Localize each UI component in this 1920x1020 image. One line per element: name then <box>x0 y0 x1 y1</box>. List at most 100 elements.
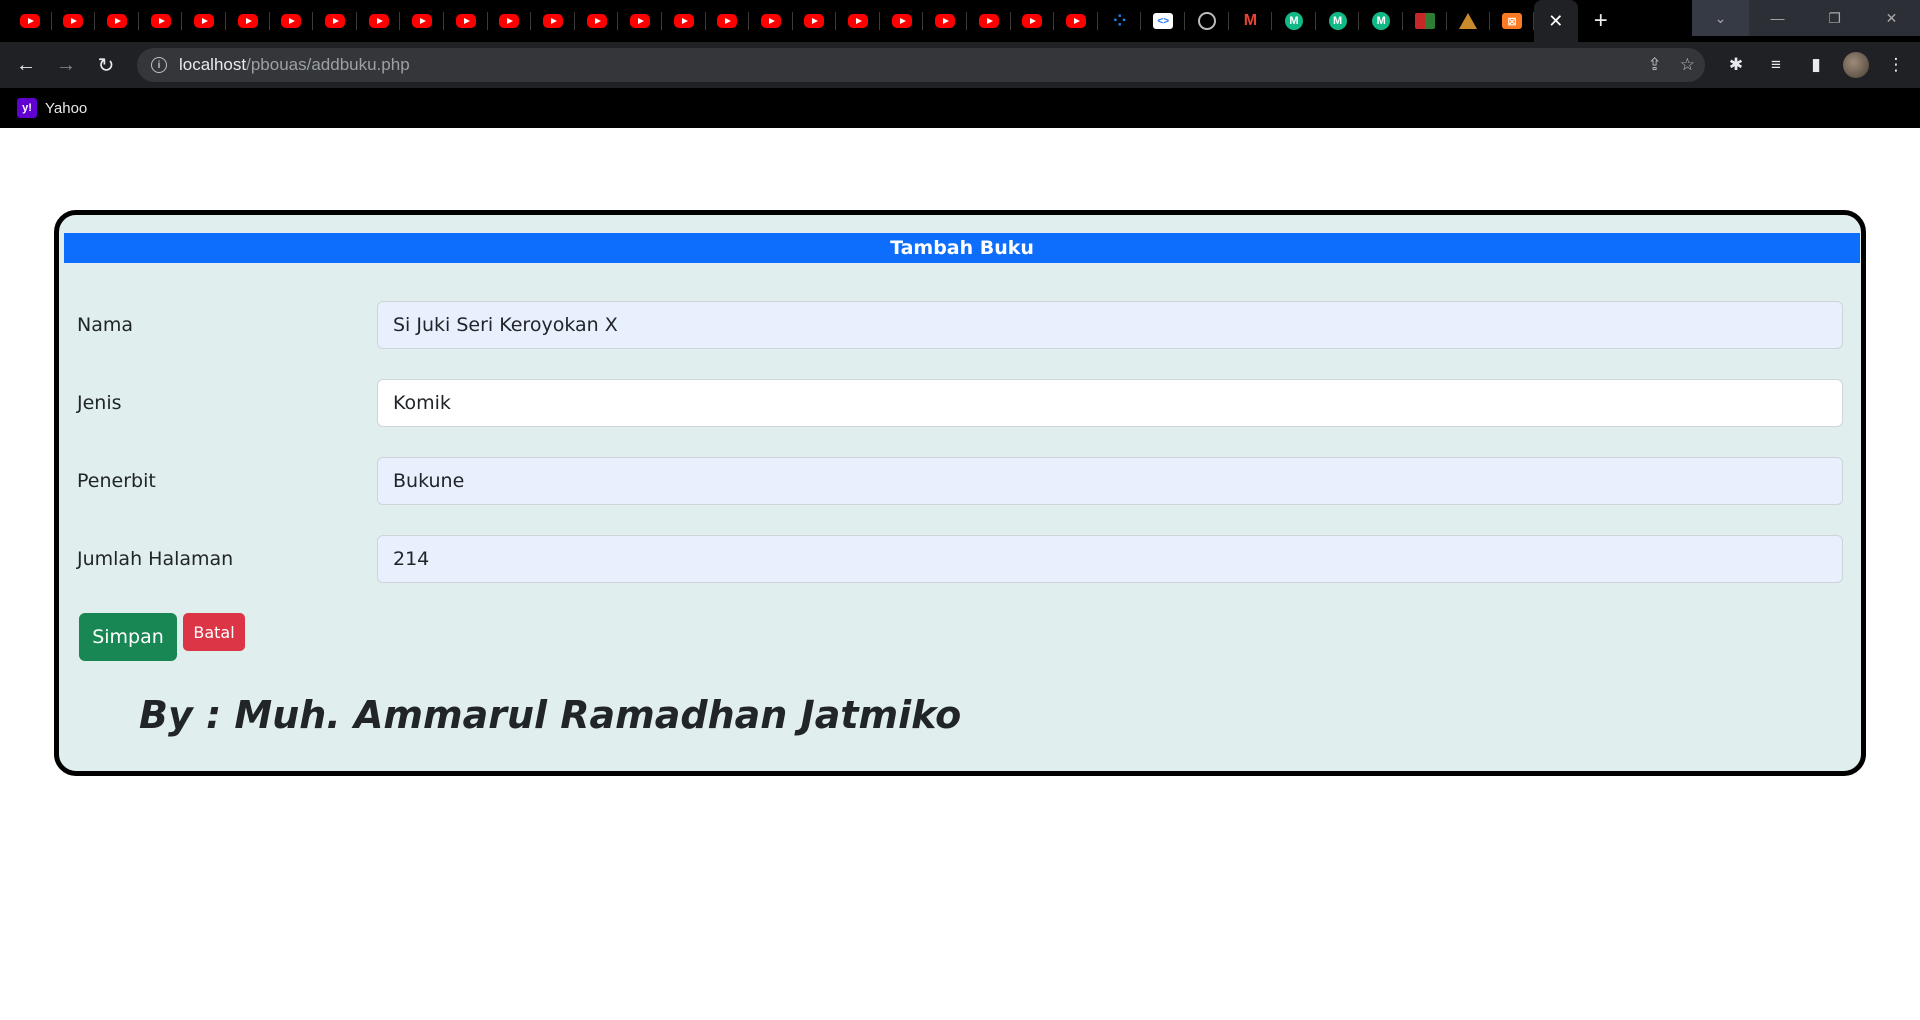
browser-tab[interactable] <box>1185 0 1229 42</box>
form-row-penerbit: Penerbit <box>59 457 1861 505</box>
back-button[interactable]: ← <box>6 45 46 85</box>
bookmark-label: Yahoo <box>45 99 88 117</box>
share-icon[interactable]: ⇪ <box>1648 55 1662 75</box>
browser-tab[interactable] <box>880 0 924 42</box>
nama-input[interactable] <box>377 301 1843 349</box>
browser-tab[interactable] <box>836 0 880 42</box>
xampp-icon: ⊠ <box>1501 13 1522 29</box>
card-title: Tambah Buku <box>64 233 1860 263</box>
youtube-icon <box>194 14 215 28</box>
save-button[interactable]: Simpan <box>79 613 177 661</box>
jumlah-halaman-label: Jumlah Halaman <box>77 548 234 570</box>
browser-tab[interactable] <box>226 0 270 42</box>
tab-strip: ⁘ <> M M M M ⊠ ✕ + ⌄ — ❐ ✕ <box>0 0 1920 42</box>
close-window-button[interactable]: ✕ <box>1863 0 1920 36</box>
youtube-icon <box>848 14 869 28</box>
browser-tab[interactable] <box>357 0 401 42</box>
browser-tab[interactable] <box>182 0 226 42</box>
browser-tab[interactable]: <> <box>1141 0 1185 42</box>
active-tab-close-button[interactable]: ✕ <box>1533 0 1578 42</box>
browser-tab[interactable] <box>444 0 488 42</box>
media-control-icon[interactable]: ≡ <box>1756 45 1796 85</box>
bookmark-star-icon[interactable]: ☆ <box>1680 55 1695 75</box>
youtube-icon <box>804 14 825 28</box>
browser-tab[interactable] <box>967 0 1011 42</box>
browser-tab[interactable]: M <box>1316 0 1360 42</box>
youtube-icon <box>499 14 520 28</box>
tab-search-button[interactable]: ⌄ <box>1692 0 1749 36</box>
youtube-icon <box>281 14 302 28</box>
youtube-icon <box>717 14 738 28</box>
browser-tab[interactable] <box>575 0 619 42</box>
browser-tab[interactable] <box>400 0 444 42</box>
penerbit-label: Penerbit <box>77 470 156 492</box>
youtube-icon <box>106 14 127 28</box>
app-icon: ⁘ <box>1112 13 1127 30</box>
browser-tab[interactable] <box>923 0 967 42</box>
browser-tab[interactable] <box>139 0 183 42</box>
browser-tab[interactable]: ⁘ <box>1098 0 1142 42</box>
youtube-icon <box>630 14 651 28</box>
browser-tab[interactable] <box>52 0 96 42</box>
site-info-icon[interactable]: i <box>151 57 167 73</box>
youtube-icon <box>455 14 476 28</box>
penerbit-input[interactable] <box>377 457 1843 505</box>
reload-button[interactable]: ↻ <box>86 45 126 85</box>
bookmarks-bar: y! Yahoo <box>0 88 1920 128</box>
side-panel-icon[interactable]: ▮ <box>1796 45 1836 85</box>
youtube-icon <box>19 14 40 28</box>
url-text[interactable]: localhost/pbouas/addbuku.php <box>179 55 410 75</box>
browser-tab[interactable]: M <box>1229 0 1273 42</box>
browser-tab[interactable]: M <box>1272 0 1316 42</box>
yahoo-icon: y! <box>17 98 37 118</box>
restore-button[interactable]: ❐ <box>1806 0 1863 36</box>
browser-tab[interactable] <box>618 0 662 42</box>
globe-icon <box>1197 12 1216 30</box>
browser-tab[interactable] <box>95 0 139 42</box>
menu-kebab-icon[interactable]: ⋮ <box>1876 45 1916 85</box>
browser-tab[interactable] <box>270 0 314 42</box>
browser-tab[interactable] <box>1054 0 1098 42</box>
window-controls: ⌄ — ❐ ✕ <box>1692 0 1920 36</box>
browser-tab[interactable] <box>749 0 793 42</box>
browser-tab[interactable] <box>488 0 532 42</box>
jenis-label: Jenis <box>77 392 122 414</box>
browser-tab[interactable] <box>662 0 706 42</box>
browser-tab[interactable] <box>1011 0 1055 42</box>
youtube-icon <box>891 14 912 28</box>
nama-label: Nama <box>77 314 134 336</box>
forward-button[interactable]: → <box>46 45 86 85</box>
youtube-icon <box>935 14 956 28</box>
youtube-icon <box>412 14 433 28</box>
youtube-icon <box>150 14 171 28</box>
browser-tab[interactable] <box>313 0 357 42</box>
youtube-icon <box>586 14 607 28</box>
form-row-jenis: Jenis <box>59 379 1861 427</box>
youtube-icon <box>368 14 389 28</box>
m-app-icon: M <box>1328 12 1347 30</box>
form-row-jumlah-halaman: Jumlah Halaman <box>59 535 1861 583</box>
minimize-button[interactable]: — <box>1749 0 1806 36</box>
browser-tab[interactable]: ⊠ <box>1490 0 1534 42</box>
jumlah-halaman-input[interactable] <box>377 535 1843 583</box>
m-app-icon: M <box>1285 12 1304 30</box>
cancel-button[interactable]: Batal <box>183 613 245 651</box>
bookmark-yahoo[interactable]: y! Yahoo <box>17 98 87 118</box>
jenis-input[interactable] <box>377 379 1843 427</box>
browser-tab[interactable] <box>1403 0 1447 42</box>
profile-avatar[interactable] <box>1836 45 1876 85</box>
browser-tab[interactable] <box>8 0 52 42</box>
tab-list: ⁘ <> M M M M ⊠ ✕ + <box>0 0 1624 42</box>
author-credit: By : Muh. Ammarul Ramadhan Jatmiko <box>139 693 962 737</box>
extensions-icon[interactable]: ✱ <box>1716 45 1756 85</box>
browser-tab[interactable] <box>531 0 575 42</box>
new-tab-button[interactable]: + <box>1578 0 1624 42</box>
browser-tab[interactable] <box>706 0 750 42</box>
browser-toolbar: ← → ↻ i localhost/pbouas/addbuku.php ⇪ ☆… <box>0 42 1920 88</box>
browser-tab[interactable] <box>1447 0 1491 42</box>
youtube-icon <box>673 14 694 28</box>
browser-tab[interactable] <box>793 0 837 42</box>
address-bar[interactable]: i localhost/pbouas/addbuku.php ⇪ ☆ <box>137 48 1705 82</box>
youtube-icon <box>1066 14 1087 28</box>
browser-tab[interactable]: M <box>1359 0 1403 42</box>
